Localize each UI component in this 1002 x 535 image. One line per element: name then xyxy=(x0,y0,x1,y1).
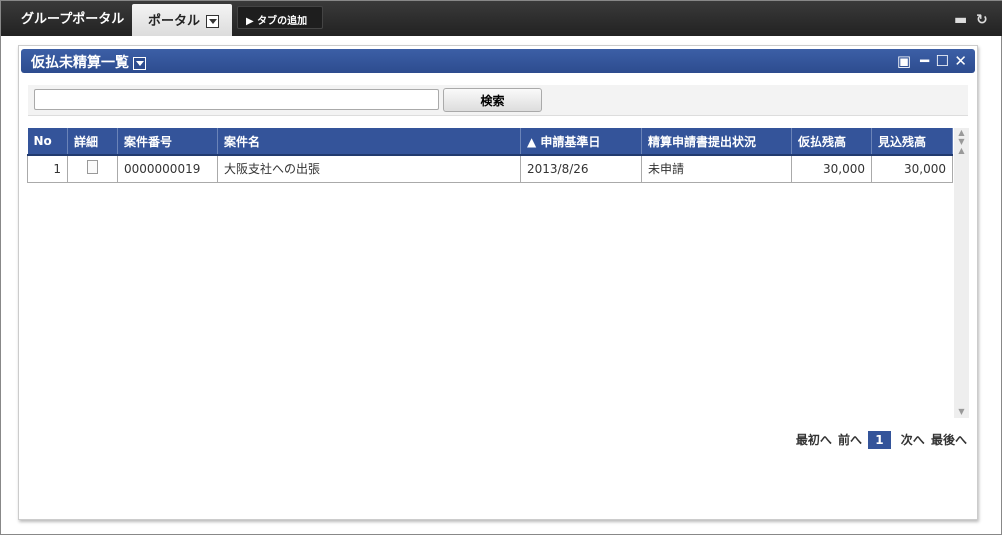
cell-no: 1 xyxy=(27,154,68,183)
last-page-link[interactable]: 最後へ xyxy=(931,433,967,447)
search-input[interactable] xyxy=(34,89,439,110)
portlet: 仮払未精算一覧 ▣ ━ ☐ ✕ 検索 No 詳細 案件番号 案件名 ▲ 申請基準… xyxy=(18,45,978,520)
current-page[interactable]: 1 xyxy=(868,431,891,449)
maximize-icon[interactable]: ☐ xyxy=(936,52,949,70)
first-page-link[interactable]: 最初へ xyxy=(796,433,832,447)
data-table: No 詳細 案件番号 案件名 ▲ 申請基準日 精算申請書提出状況 仮払残高 見込… xyxy=(27,128,953,183)
col-case-name[interactable]: 案件名 xyxy=(217,128,521,156)
minimize-icon[interactable]: ━ xyxy=(920,52,929,70)
scrollbar[interactable]: ▲ ▼ ▲ ▼ xyxy=(954,128,969,418)
portlet-header: 仮払未精算一覧 ▣ ━ ☐ ✕ xyxy=(21,49,975,73)
col-case-number[interactable]: 案件番号 xyxy=(117,128,218,156)
monitor-icon[interactable]: ▣ xyxy=(897,52,911,70)
search-button[interactable]: 検索 xyxy=(443,88,542,112)
tab-label: ポータル xyxy=(148,14,201,29)
play-icon: ▶ xyxy=(246,16,258,27)
col-status[interactable]: 精算申請書提出状況 xyxy=(641,128,792,156)
cell-status: 未申請 xyxy=(641,154,792,183)
col-no[interactable]: No xyxy=(27,128,68,156)
cell-expected: 30,000 xyxy=(871,154,953,183)
refresh-icon[interactable]: ↻ xyxy=(976,12,988,28)
layout-icon[interactable]: ▬ xyxy=(954,12,967,28)
col-expected-balance[interactable]: 見込残高 xyxy=(871,128,953,156)
cell-case-number: 0000000019 xyxy=(117,154,218,183)
cell-advance: 30,000 xyxy=(791,154,872,183)
portlet-title: 仮払未精算一覧 xyxy=(31,55,129,71)
tab-portal[interactable]: ポータル xyxy=(132,4,232,36)
next-page-link[interactable]: 次へ xyxy=(901,433,925,447)
add-tab-button[interactable]: ▶ タブの追加 xyxy=(237,6,323,29)
tab-group-portal[interactable]: グループポータル xyxy=(21,8,124,27)
table-row[interactable]: 1 0000000019 大阪支社への出張 2013/8/26 未申請 30,0… xyxy=(27,154,953,183)
add-tab-label: タブの追加 xyxy=(257,16,308,27)
col-apply-date[interactable]: ▲ 申請基準日 xyxy=(520,128,642,156)
cell-date: 2013/8/26 xyxy=(520,154,642,183)
dropdown-icon[interactable] xyxy=(133,56,146,70)
dropdown-icon[interactable] xyxy=(206,15,220,28)
pagination: 最初へ 前へ 1 次へ 最後へ xyxy=(794,431,967,449)
top-bar: グループポータル ポータル ▶ タブの追加 ▬ ↻ xyxy=(1,1,1002,36)
cell-case-name: 大阪支社への出張 xyxy=(217,154,521,183)
close-icon[interactable]: ✕ xyxy=(954,52,967,70)
col-detail[interactable]: 詳細 xyxy=(67,128,118,156)
document-icon[interactable] xyxy=(87,160,98,175)
col-advance-balance[interactable]: 仮払残高 xyxy=(791,128,872,156)
search-bar: 検索 xyxy=(28,85,968,116)
prev-page-link[interactable]: 前へ xyxy=(838,433,862,447)
